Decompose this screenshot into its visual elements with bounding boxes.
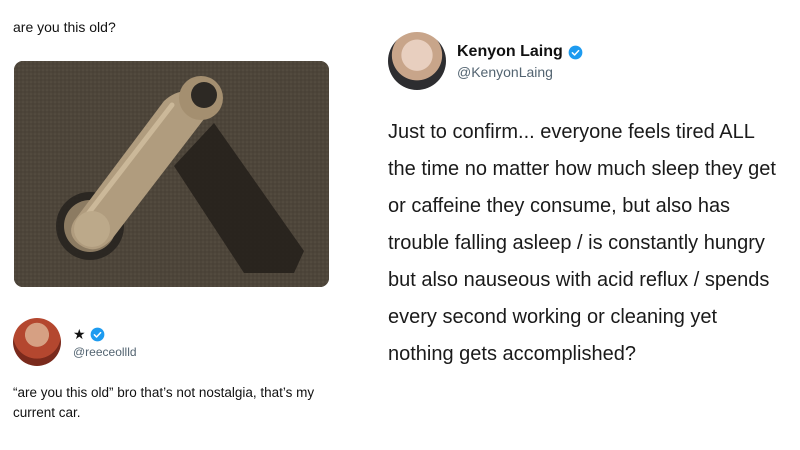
verified-badge-icon — [568, 45, 583, 59]
tweet-text: “are you this old” bro that’s not nostal… — [13, 385, 315, 420]
avatar[interactable] — [388, 32, 446, 90]
meme-caption: are you this old? — [13, 19, 116, 35]
tweet-author-handle[interactable]: @reeceollld — [73, 345, 137, 359]
tweet-author-name[interactable]: Kenyon Laing — [457, 43, 583, 61]
author-name-text: Kenyon Laing — [457, 43, 563, 60]
tweet-author-name[interactable]: ★ — [73, 326, 105, 343]
window-crank-photo — [14, 61, 329, 287]
verified-badge-icon — [90, 327, 104, 342]
tweet-text: Just to confirm... everyone feels tired … — [388, 121, 776, 365]
avatar[interactable] — [13, 318, 61, 366]
meme-panel-left: are you this old? ★ @reeceollld “are you… — [0, 0, 345, 450]
author-name-text: ★ — [73, 326, 86, 342]
tweet-author-handle[interactable]: @KenyonLaing — [457, 64, 553, 80]
